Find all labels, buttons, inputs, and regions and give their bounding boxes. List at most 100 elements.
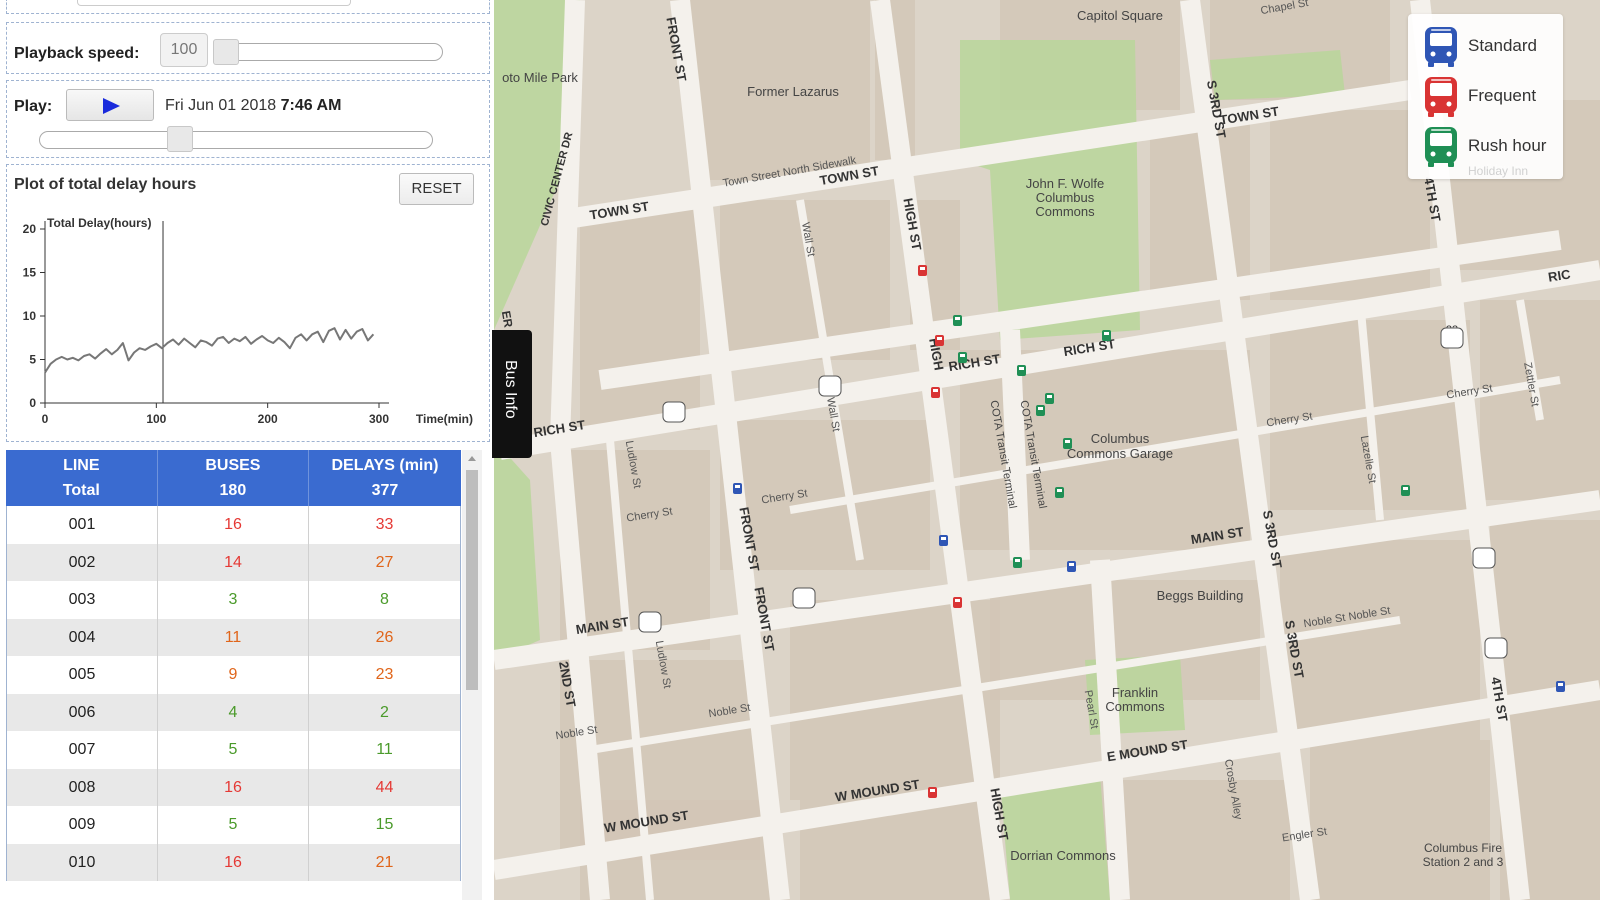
cell-line: 008 — [7, 768, 158, 806]
bus-icon — [1425, 127, 1457, 167]
route-shield-icon — [662, 401, 686, 423]
bus-marker-icon — [1017, 365, 1026, 376]
header-buses[interactable]: BUSES 180 — [158, 450, 310, 506]
playback-speed-value[interactable]: 100 — [160, 33, 208, 67]
legend-rush-hour-label: Rush hour — [1468, 136, 1547, 155]
legend-standard: Standard — [1422, 24, 1562, 68]
current-time: 7:46 AM — [280, 97, 342, 114]
table-row[interactable]: 007 5 11 — [7, 731, 460, 769]
table-row[interactable]: 010 16 21 — [7, 843, 460, 881]
cell-delays: 21 — [375, 853, 394, 871]
header-delays[interactable]: DELAYS (min) 377 — [309, 450, 461, 506]
bus-marker-window — [1038, 407, 1043, 410]
table-row[interactable]: 008 16 44 — [7, 768, 460, 806]
bus-marker-icon — [953, 597, 962, 608]
x-axis-label: Time(min) — [416, 412, 473, 426]
x-tick-label: 300 — [369, 412, 389, 426]
play-label: Play: — [14, 98, 53, 115]
y-tick-label: 10 — [23, 309, 37, 323]
cell-delays: 26 — [375, 628, 394, 646]
bus-marker-icon — [931, 387, 940, 398]
bus-info-tab[interactable]: Bus Info — [492, 330, 532, 458]
bus-marker-window — [937, 337, 942, 340]
top-panel-stub — [6, 0, 490, 14]
bus-marker-icon — [1055, 487, 1064, 498]
y-tick-label: 0 — [29, 396, 36, 410]
table-row[interactable]: 006 4 2 — [7, 693, 460, 731]
scroll-up-arrow-icon[interactable] — [468, 456, 476, 461]
cell-delays: 11 — [376, 741, 393, 758]
map-label: oto Mile Park — [502, 70, 578, 85]
bus-marker-window — [960, 354, 965, 357]
map-label: Commons — [1035, 204, 1095, 219]
cell-delays: 8 — [380, 591, 389, 608]
bus-marker-window — [735, 485, 740, 488]
route-shield-icon — [792, 587, 816, 609]
bus-marker-icon — [958, 352, 967, 363]
table-row[interactable]: 002 14 27 — [7, 543, 460, 581]
time-slider[interactable] — [39, 131, 433, 149]
route-shield-icon — [1472, 547, 1496, 569]
table-row[interactable]: 009 5 15 — [7, 806, 460, 844]
table-body: 001 16 33 002 14 27 003 3 8 004 11 26 005 9 23 006 4 2 007… — [6, 506, 461, 881]
map-label: Columbus — [1091, 431, 1150, 446]
bus-marker-icon — [953, 315, 962, 326]
scrollbar-thumb[interactable] — [466, 470, 478, 690]
bus-marker-icon — [1067, 561, 1076, 572]
cell-line: 009 — [7, 806, 158, 844]
bus-marker-window — [1403, 487, 1408, 490]
bus-legend: Standard Frequent Rush hour Holiday Inn — [1408, 14, 1563, 179]
route-shield-icon — [638, 611, 662, 633]
x-tick-label: 0 — [42, 412, 49, 426]
table-row[interactable]: 001 16 33 — [7, 506, 460, 544]
reset-button[interactable]: RESET — [399, 173, 474, 205]
delay-plot-panel: Plot of total delay hours RESET 0 5 10 15 20… — [6, 164, 490, 442]
cell-delays: 27 — [375, 553, 394, 571]
play-button[interactable] — [66, 89, 154, 121]
map-label: Capitol Square — [1077, 8, 1163, 23]
header-delays-total: 377 — [371, 482, 399, 499]
x-tick-label: 200 — [258, 412, 278, 426]
play-icon — [103, 98, 120, 114]
header-line-label: LINE — [63, 457, 100, 474]
table-row[interactable]: 004 11 26 — [7, 618, 460, 656]
table-scrollbar[interactable] — [462, 450, 482, 900]
header-buses-total: 180 — [219, 482, 247, 499]
bus-marker-window — [941, 537, 946, 540]
cell-line: 001 — [7, 506, 158, 544]
bus-marker-window — [1015, 559, 1020, 562]
header-line[interactable]: LINE Total — [6, 450, 158, 506]
map-label: Commons — [1105, 699, 1165, 714]
map-street — [1000, 329, 1030, 561]
cell-buses: 14 — [158, 543, 309, 581]
cell-line: 010 — [7, 843, 158, 881]
y-tick-label: 5 — [29, 353, 36, 367]
cell-delays: 15 — [375, 816, 394, 833]
bus-marker-window — [1047, 395, 1052, 398]
playback-speed-slider-handle[interactable] — [213, 39, 239, 65]
cut-off-input[interactable] — [77, 0, 351, 6]
table-row[interactable]: 005 9 23 — [7, 656, 460, 694]
time-slider-handle[interactable] — [166, 126, 193, 152]
map-block — [1310, 740, 1490, 900]
legend-frequent-label: Frequent — [1468, 86, 1537, 105]
delay-series-line — [44, 327, 375, 374]
plot-title: Plot of total delay hours — [14, 176, 197, 193]
y-tick-label: 15 — [23, 266, 37, 280]
cell-buses: 4 — [158, 693, 309, 731]
bus-marker-window — [955, 599, 960, 602]
bus-marker-window — [955, 317, 960, 320]
cell-line: 005 — [7, 656, 158, 694]
bus-marker-window — [930, 789, 935, 792]
map-label: Former Lazarus — [747, 84, 839, 99]
y-axis-label: Total Delay(hours) — [47, 216, 151, 230]
playback-speed-slider[interactable] — [217, 43, 443, 61]
bus-marker-window — [1104, 332, 1109, 335]
table-row[interactable]: 003 3 8 — [7, 581, 460, 619]
bus-marker-icon — [935, 335, 944, 346]
bus-marker-icon — [928, 787, 937, 798]
bus-marker-icon — [1063, 438, 1072, 449]
current-date: Fri Jun 01 2018 — [165, 97, 277, 114]
bus-marker-window — [1065, 440, 1070, 443]
map-block — [580, 210, 700, 430]
